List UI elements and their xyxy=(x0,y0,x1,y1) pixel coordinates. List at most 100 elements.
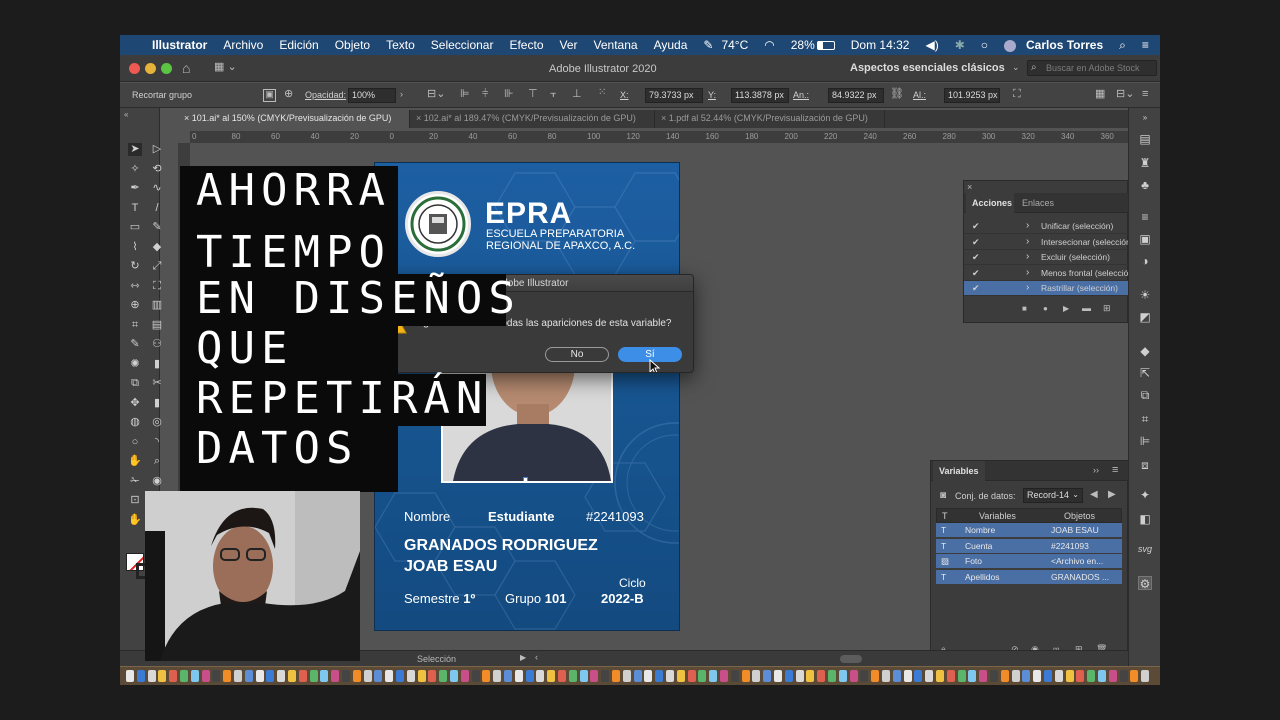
wifi-icon[interactable]: ◠ xyxy=(756,38,782,52)
dock-app-icon[interactable] xyxy=(547,670,556,682)
dock-app-icon[interactable] xyxy=(1044,670,1052,682)
dock-app-icon[interactable] xyxy=(158,670,167,682)
dock-app-icon[interactable] xyxy=(514,670,523,682)
dock-app-icon[interactable] xyxy=(806,670,815,682)
hand-tool-icon[interactable]: ✋ xyxy=(128,455,142,468)
checkmark-icon[interactable]: ✔ xyxy=(972,268,980,279)
variables-panel-title[interactable]: Variables xyxy=(933,461,985,481)
tab-1pdf[interactable]: × 1.pdf al 52.44% (CMYK/Previsualización… xyxy=(655,110,885,128)
dock-app-icon[interactable] xyxy=(396,670,404,682)
dock-app-icon[interactable] xyxy=(331,670,340,682)
dock-app-icon[interactable] xyxy=(223,670,232,682)
dock-app-icon[interactable] xyxy=(1065,670,1074,682)
perspective-tool-icon[interactable]: ▥ xyxy=(150,299,164,312)
expand-arrow-icon[interactable]: › xyxy=(1026,236,1029,247)
dock-app-icon[interactable] xyxy=(979,670,988,682)
dock-app-icon[interactable] xyxy=(752,670,761,682)
align-bottom-icon[interactable]: ⊥ xyxy=(572,89,582,100)
stop-icon[interactable]: ■ xyxy=(1022,305,1027,313)
dock-app-icon[interactable] xyxy=(136,670,145,682)
layers-icon[interactable]: ◆ xyxy=(1138,344,1152,358)
stock-search-field[interactable]: ⌕ Buscar en Adobe Stock xyxy=(1027,60,1157,76)
notification-list-icon[interactable]: ≡ xyxy=(1134,38,1160,52)
dock-app-icon[interactable] xyxy=(763,670,772,682)
menu-objeto[interactable]: Objeto xyxy=(327,38,378,52)
dock-app-icon[interactable] xyxy=(460,670,469,682)
graph-tool-icon[interactable]: ▮ xyxy=(150,358,164,371)
folder-icon[interactable]: ▬ xyxy=(1082,304,1091,313)
dock-app-icon[interactable] xyxy=(320,670,329,682)
svg-interactivity-icon[interactable]: svg xyxy=(1138,542,1152,556)
dock-app-icon[interactable] xyxy=(1108,670,1117,682)
dock-app-icon[interactable] xyxy=(914,670,923,682)
dock-app-icon[interactable] xyxy=(234,670,242,682)
battery-percent[interactable]: 28% xyxy=(783,38,817,52)
dock-app-icon[interactable] xyxy=(190,670,199,682)
free-transform-tool-icon[interactable]: ⛶ xyxy=(150,280,164,293)
image-trace-icon[interactable]: ◍ xyxy=(128,416,142,429)
knife-tool-icon[interactable]: ✁ xyxy=(128,475,142,488)
align-right-icon[interactable]: ⊪ xyxy=(504,89,514,100)
dock-app-icon[interactable] xyxy=(450,670,458,682)
align-middle-icon[interactable]: ⫟ xyxy=(550,89,557,100)
dock-app-icon[interactable] xyxy=(1130,670,1139,682)
battery-icon[interactable] xyxy=(816,38,843,52)
gradient-tool-icon[interactable]: ▤ xyxy=(150,319,164,332)
rotate-tool-icon[interactable]: ↻ xyxy=(128,260,142,273)
workspace-switcher-icon[interactable]: ▦ ⌄ xyxy=(214,62,237,73)
dock-app-icon[interactable] xyxy=(212,670,221,682)
dock-app-icon[interactable] xyxy=(892,670,901,682)
magic-wand-tool-icon[interactable]: ✧ xyxy=(128,163,142,176)
dock-app-icon[interactable] xyxy=(698,670,707,682)
dock-app-icon[interactable] xyxy=(709,670,718,682)
close-tab-icon[interactable]: × xyxy=(416,113,424,123)
type-tool-icon[interactable]: T xyxy=(128,202,142,215)
gradient-icon[interactable]: ▣ xyxy=(1138,232,1152,246)
checkmark-icon[interactable]: ✔ xyxy=(972,237,980,248)
dock-app-icon[interactable] xyxy=(169,670,178,682)
appearance-icon[interactable]: ☀ xyxy=(1138,288,1152,302)
shaper-tool-icon[interactable]: ⌇ xyxy=(128,241,142,254)
dock-app-icon[interactable] xyxy=(687,670,696,682)
zoom-tool-icon[interactable]: ⌕ xyxy=(150,455,164,468)
tab-102[interactable]: × 102.ai* al 189.47% (CMYK/Previsualizac… xyxy=(410,110,655,128)
action-row[interactable]: ✔ › Menos frontal (selección) xyxy=(964,266,1136,281)
dock-app-icon[interactable] xyxy=(1000,670,1009,682)
horizontal-ruler[interactable]: 0 80 60 40 20 0 20 40 60 80 100 120 140 160 180 200 220 2… xyxy=(190,131,1130,143)
reference-point-icon[interactable]: ⁙ xyxy=(598,88,606,98)
dock-app-icon[interactable] xyxy=(525,670,534,682)
dock-app-icon[interactable] xyxy=(882,670,890,682)
align-left-icon[interactable]: ⊫ xyxy=(460,89,470,100)
transform-options-icon[interactable]: ⊟⌄ xyxy=(427,89,445,100)
dock-app-icon[interactable] xyxy=(1011,670,1020,682)
dock-app-icon[interactable] xyxy=(277,670,286,682)
direct-selection-tool-icon[interactable]: ▷ xyxy=(150,143,164,156)
lasso-tool-icon[interactable]: ⟲ xyxy=(150,163,164,176)
pathfinder-icon[interactable]: ⧈ xyxy=(1138,458,1152,472)
menu-edicion[interactable]: Edición xyxy=(271,38,326,52)
dock-app-icon[interactable] xyxy=(180,670,188,682)
artboard-tool-icon[interactable]: ⧉ xyxy=(128,377,142,390)
dock-app-icon[interactable] xyxy=(504,670,512,682)
mesh-tool-icon[interactable]: ⌗ xyxy=(128,319,142,332)
dock-app-icon[interactable] xyxy=(147,670,156,682)
dock-app-icon[interactable] xyxy=(795,670,804,682)
arrange-panels-icon[interactable]: ▦ xyxy=(1095,89,1105,100)
tab-enlaces[interactable]: Enlaces xyxy=(1016,193,1060,213)
menu-archivo[interactable]: Archivo xyxy=(215,38,271,52)
col-variables[interactable]: Variables xyxy=(979,511,1016,521)
arc-tool-icon[interactable]: ◝ xyxy=(150,436,164,449)
ellipse-tool-icon[interactable]: ○ xyxy=(128,436,142,449)
dock-app-icon[interactable] xyxy=(342,670,350,682)
dock-app-icon[interactable] xyxy=(201,670,210,682)
menu-ayuda[interactable]: Ayuda xyxy=(646,38,696,52)
opacity-field[interactable]: 100% xyxy=(348,88,396,103)
dock-app-icon[interactable] xyxy=(838,670,847,682)
dock-app-icon[interactable] xyxy=(676,670,685,682)
dock-app-icon[interactable] xyxy=(925,670,934,682)
globe-tool-icon[interactable]: ◎ xyxy=(150,416,164,429)
color-guide-icon[interactable]: ▤ xyxy=(1138,132,1152,146)
close-tab-icon[interactable]: × xyxy=(661,113,669,123)
dock-app-icon[interactable] xyxy=(1098,670,1106,682)
tab-101[interactable]: × 101.ai* al 150% (CMYK/Previsualización… xyxy=(178,110,410,128)
